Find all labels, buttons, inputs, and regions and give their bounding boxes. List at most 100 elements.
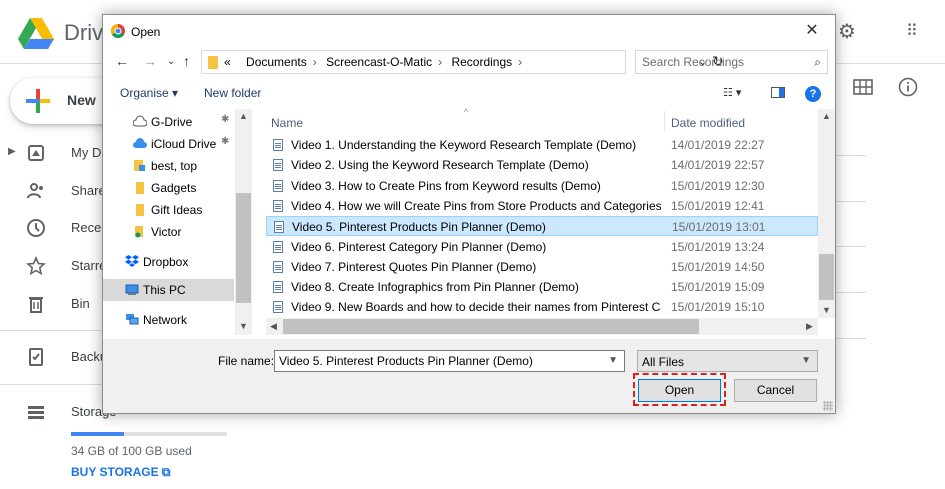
nav-item-backups[interactable]: Backups: [0, 343, 121, 373]
nav-pane-item-dropbox[interactable]: Dropbox: [103, 251, 234, 273]
nav-pane-item-gadgets[interactable]: Gadgets: [103, 177, 234, 199]
chevron-right-icon[interactable]: ›: [438, 55, 442, 69]
settings-gear-icon[interactable]: ⚙: [838, 22, 856, 42]
nav-item-starred[interactable]: Starred: [0, 252, 114, 282]
scroll-right-icon[interactable]: ▶: [806, 321, 813, 332]
nav-pane-item-gift-ideas[interactable]: Gift Ideas: [103, 199, 234, 221]
nav-pane-label: Gift Ideas: [151, 203, 203, 217]
file-row[interactable]: Video 4. How we will Create Pins from St…: [266, 196, 818, 216]
storage-bar-fill: [71, 432, 125, 436]
storage-bar: [71, 432, 227, 436]
breadcrumb-recordings[interactable]: Recordings: [451, 55, 512, 69]
file-icon: [273, 159, 283, 172]
column-header-date-modified[interactable]: Date modified: [671, 116, 745, 130]
nav-pane-item-network[interactable]: Network: [103, 309, 234, 331]
expand-caret-icon[interactable]: ▶: [8, 146, 16, 157]
dropbox-icon: [125, 255, 139, 267]
search-input[interactable]: [636, 51, 801, 73]
file-row[interactable]: Video 2. Using the Keyword Research Temp…: [266, 155, 818, 175]
file-type-select[interactable]: All Files ▼: [637, 350, 818, 372]
file-icon: [273, 240, 283, 253]
list-divider: [832, 292, 866, 293]
file-name: Video 6. Pinterest Category Pin Planner …: [291, 239, 547, 254]
nav-pane-item-victor[interactable]: Victor: [103, 221, 234, 243]
nav-item-storage[interactable]: Storage: [0, 398, 117, 428]
file-name-input[interactable]: [275, 351, 605, 371]
file-row[interactable]: Video 9. New Boards and how to decide th…: [266, 297, 818, 317]
cancel-button[interactable]: Cancel: [734, 379, 817, 402]
file-date-modified: 15/01/2019 12:30: [671, 178, 765, 193]
nav-pane-item-this-pc[interactable]: This PC: [103, 279, 234, 301]
up-arrow-icon[interactable]: ↑: [183, 53, 190, 69]
file-list-header: ^ Name Date modified: [266, 107, 818, 133]
new-folder-button[interactable]: New folder: [204, 86, 261, 100]
drive-logo-icon[interactable]: [18, 18, 54, 50]
close-button[interactable]: ✕: [789, 15, 835, 47]
file-icon: [273, 281, 283, 294]
grid-view-icon[interactable]: [853, 79, 873, 95]
file-row[interactable]: Video 3. How to Create Pins from Keyword…: [266, 176, 818, 196]
scroll-down-icon[interactable]: ▼: [822, 305, 831, 315]
apps-grid-icon[interactable]: ⠿: [906, 22, 918, 42]
column-separator[interactable]: [664, 111, 665, 131]
file-date-modified: 14/01/2019 22:27: [671, 138, 765, 152]
scrollbar-thumb[interactable]: [236, 193, 251, 303]
breadcrumb-overflow[interactable]: «: [224, 55, 231, 69]
open-file-dialog: Open ✕ ← → ⌄ ↑ « Documents › Screencast-O…: [102, 14, 836, 414]
nav-item-recent[interactable]: Recent: [0, 214, 112, 244]
scroll-down-icon[interactable]: ▼: [239, 321, 248, 331]
nav-item-shared[interactable]: Shared with me: [0, 177, 161, 207]
preview-pane-icon[interactable]: [771, 87, 785, 98]
file-row[interactable]: Video 6. Pinterest Category Pin Planner …: [266, 237, 818, 257]
file-list-vertical-scrollbar[interactable]: ▲ ▼: [818, 109, 835, 318]
chevron-right-icon[interactable]: ›: [518, 55, 522, 69]
search-box: ⌕: [635, 50, 828, 74]
chevron-right-icon[interactable]: ›: [313, 55, 317, 69]
breadcrumb-documents[interactable]: Documents: [246, 55, 307, 69]
buy-storage-link[interactable]: BUY STORAGE ⧉: [71, 465, 171, 480]
nav-pane-item-icloud-drive[interactable]: iCloud Drive ✱: [103, 133, 234, 155]
nav-item-bin[interactable]: Bin: [0, 290, 102, 320]
address-bar[interactable]: « Documents › Screencast-O-Matic › Recordi…: [201, 50, 724, 74]
nav-pane-item-g-drive[interactable]: G-Drive ✱: [103, 111, 234, 133]
dialog-footer: File name: ▼ All Files ▼ Open Cancel: [103, 339, 835, 413]
forward-arrow-icon[interactable]: →: [143, 53, 157, 69]
scroll-up-icon[interactable]: ▲: [239, 111, 248, 121]
file-date-modified: 15/01/2019 15:10: [671, 300, 765, 315]
view-options-icon[interactable]: ☷ ▾: [723, 86, 741, 99]
file-row[interactable]: Video 8. Create Infographics from Pin Pl…: [266, 277, 818, 297]
organise-button[interactable]: Organise ▾: [120, 86, 178, 100]
file-row[interactable]: Video 1. Understanding the Keyword Resea…: [266, 135, 818, 155]
breadcrumb-screencast[interactable]: Screencast-O-Matic: [326, 55, 432, 69]
nav-pane-scrollbar[interactable]: ▲ ▼: [235, 109, 252, 335]
file-name: Video 3. How to Create Pins from Keyword…: [291, 178, 601, 193]
file-row[interactable]: Video 7. Pinterest Quotes Pin Planner (D…: [266, 257, 818, 277]
search-icon[interactable]: ⌕: [814, 55, 821, 70]
file-icon: [273, 301, 283, 314]
open-button[interactable]: Open: [638, 379, 721, 402]
file-name: Video 7. Pinterest Quotes Pin Planner (D…: [291, 259, 537, 274]
scroll-left-icon[interactable]: ◀: [270, 321, 277, 332]
file-list-horizontal-scrollbar[interactable]: ◀ ▶: [266, 318, 818, 335]
dialog-titlebar[interactable]: Open ✕: [103, 15, 835, 47]
help-icon[interactable]: ?: [805, 86, 821, 102]
nav-item-my-drive[interactable]: ▶ My Drive: [0, 139, 122, 169]
back-arrow-icon[interactable]: ←: [115, 53, 129, 69]
info-icon[interactable]: [898, 77, 918, 97]
nav-pane-label: iCloud Drive: [151, 137, 217, 151]
nav-pane-item-best-top[interactable]: best, top: [103, 155, 234, 177]
nav-pane-label: Dropbox: [143, 255, 189, 269]
chevron-down-icon[interactable]: ▼: [608, 355, 618, 366]
scrollbar-thumb[interactable]: [819, 254, 834, 300]
resize-grip-icon[interactable]: [823, 401, 833, 411]
scrollbar-thumb[interactable]: [283, 319, 699, 334]
scroll-up-icon[interactable]: ▲: [822, 111, 831, 121]
navigation-pane: G-Drive ✱ iCloud Drive ✱ best, top Gadge…: [103, 109, 253, 335]
nav-pane-label: best, top: [151, 159, 198, 173]
file-icon: [273, 179, 283, 192]
folder-icon: [136, 182, 144, 194]
pin-icon: ✱: [221, 136, 230, 147]
column-header-name[interactable]: Name: [271, 116, 303, 130]
file-row[interactable]: Video 5. Pinterest Products Pin Planner …: [266, 216, 818, 237]
recent-locations-icon[interactable]: ⌄: [167, 56, 175, 67]
